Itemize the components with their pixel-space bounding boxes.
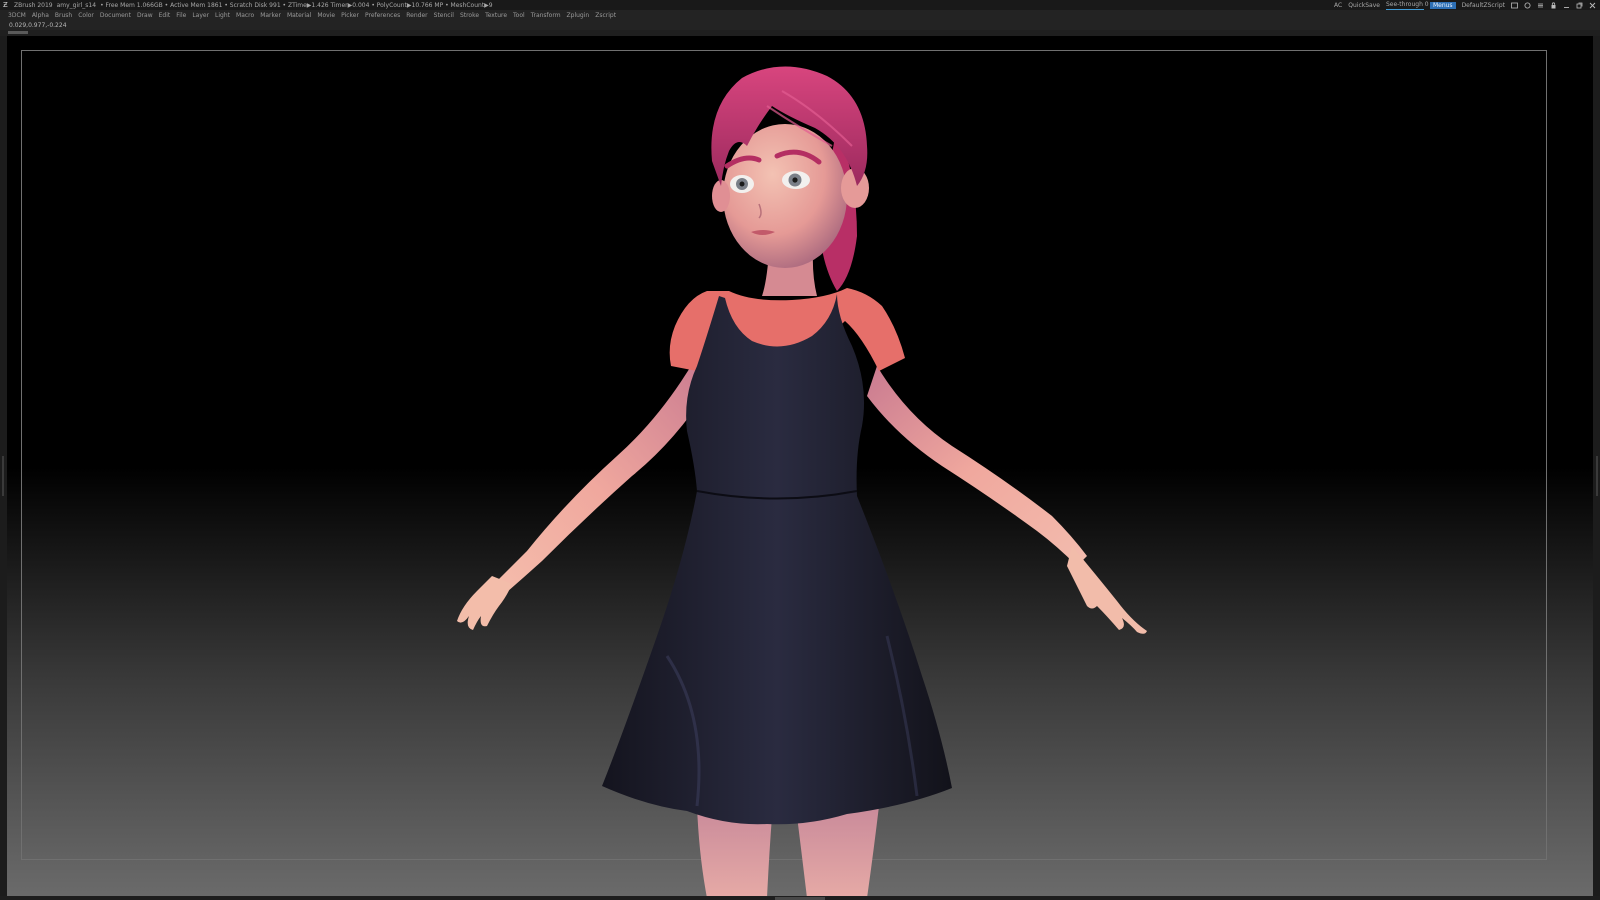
menu-layer[interactable]: Layer [192,12,209,19]
menu-zscript[interactable]: Zscript [595,12,616,19]
menu-macro[interactable]: Macro [236,12,254,19]
menu-color[interactable]: Color [78,12,94,19]
face [723,124,847,268]
right-pupil [792,177,798,183]
menu-file[interactable]: File [176,12,186,19]
menu-movie[interactable]: Movie [317,12,335,19]
right-hand [1067,546,1147,634]
menu-material[interactable]: Material [287,12,311,19]
ac-label[interactable]: AC [1334,2,1342,9]
menu-picker[interactable]: Picker [341,12,359,19]
right-tray-handle[interactable] [1596,456,1598,496]
menu-alpha[interactable]: Alpha [32,12,49,19]
title-left: Ƶ ZBrush 2019 amy_girl_s14 • Free Mem 1.… [0,0,493,9]
system-stats: • Free Mem 1.066GB • Active Mem 1861 • S… [100,1,493,9]
default-script-label[interactable]: DefaultZScript [1462,2,1505,9]
document-name: amy_girl_s14 [56,1,97,9]
menu-transform[interactable]: Transform [531,12,561,19]
menu-light[interactable]: Light [215,12,230,19]
see-through-label: See-through 0 [1385,0,1429,8]
menu-zplugin[interactable]: Zplugin [567,12,590,19]
minimize-icon[interactable] [1563,2,1570,9]
right-arm [867,366,1087,566]
app-title: ZBrush 2019 [14,1,53,9]
left-tray[interactable] [0,36,7,898]
dress [602,294,952,825]
menu-3dcm[interactable]: 3DCM [8,12,26,19]
menu-brush[interactable]: Brush [55,12,72,19]
see-through-slider[interactable]: See-through 0 [1385,0,1429,10]
character-model[interactable] [7,36,1593,898]
menu-preferences[interactable]: Preferences [365,12,400,19]
restore-icon[interactable] [1576,2,1583,9]
menu-tool[interactable]: Tool [513,12,525,19]
script-icon[interactable] [1537,2,1544,9]
left-pupil [739,181,745,187]
left-arm [477,356,707,611]
menu-marker[interactable]: Marker [260,12,281,19]
menu-document[interactable]: Document [100,12,131,19]
zbrush-logo-icon: Ƶ [3,0,8,9]
quicksave-button[interactable]: QuickSave [1348,2,1380,9]
menu-bar: 3DCM Alpha Brush Color Document Draw Edi… [0,10,1600,20]
coordinate-readout: 0.029,0.977,-0.224 [9,21,67,29]
title-bar: Ƶ ZBrush 2019 amy_girl_s14 • Free Mem 1.… [0,0,1600,10]
menus-button[interactable]: Menus [1429,1,1456,9]
coordinate-bar: 0.029,0.977,-0.224 [0,20,1600,30]
right-tray[interactable] [1593,36,1600,898]
menu-render[interactable]: Render [406,12,427,19]
menu-draw[interactable]: Draw [137,12,153,19]
lock-icon[interactable] [1550,1,1557,9]
viewport-canvas[interactable] [7,36,1593,898]
menu-texture[interactable]: Texture [485,12,507,19]
tray-handle[interactable] [8,31,28,34]
menu-edit[interactable]: Edit [159,12,171,19]
layout-icon[interactable] [1511,2,1518,9]
left-hand [457,576,512,630]
menu-stroke[interactable]: Stroke [460,12,479,19]
menu-stencil[interactable]: Stencil [434,12,454,19]
title-right: AC QuickSave See-through 0 Menus Default… [1334,0,1596,10]
palette-icon[interactable] [1524,2,1531,9]
left-tray-handle[interactable] [2,456,4,496]
close-icon[interactable] [1589,2,1596,9]
